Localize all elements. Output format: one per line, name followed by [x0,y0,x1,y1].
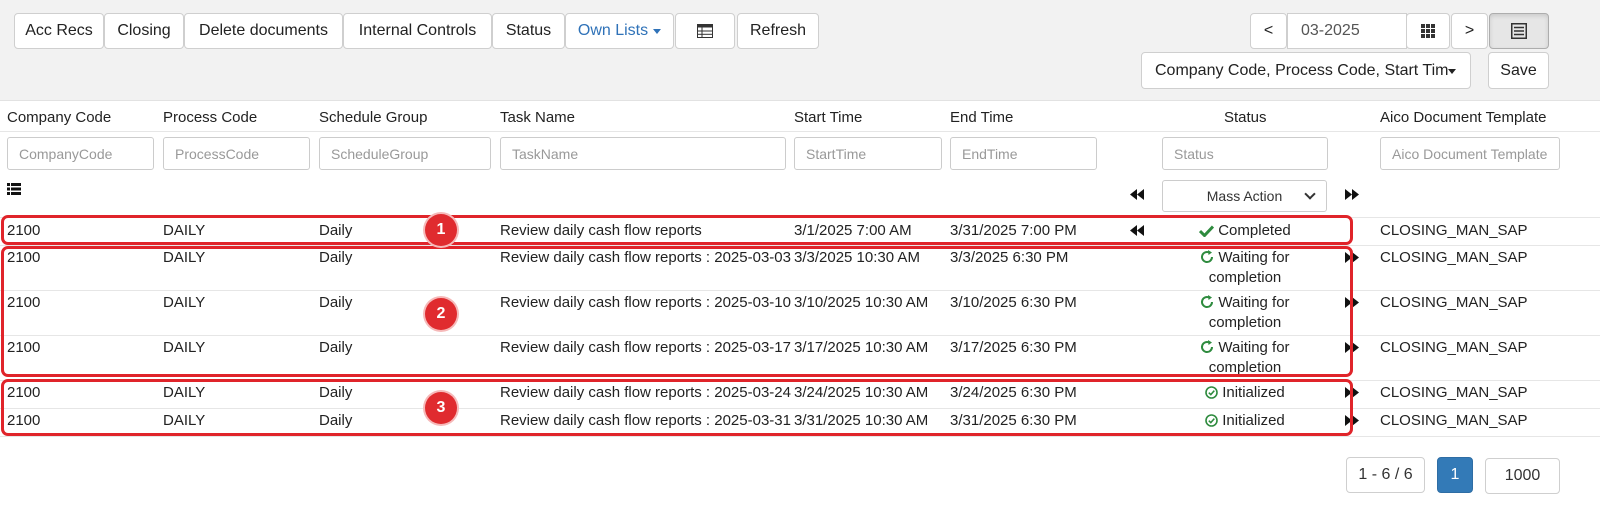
cell-template: CLOSING_MAN_SAP [1380,249,1528,266]
highlight-box-2 [1,246,1353,377]
cell-template: CLOSING_MAN_SAP [1380,384,1528,401]
collapse-all-icon[interactable] [1130,189,1144,200]
table-icon [697,24,713,38]
column-select-value: Company Code, Process Code, Start Tim [1155,61,1449,79]
header-start-time[interactable]: Start Time [794,109,862,126]
header-status[interactable]: Status [1224,109,1267,126]
caret-down-icon [1448,69,1456,74]
mass-action-select[interactable]: Mass Action [1162,180,1327,212]
caret-down-icon [653,28,662,34]
pagination-range: 1 - 6 / 6 [1346,457,1425,493]
highlight-box-1 [1,215,1353,245]
filter-end-time[interactable]: EndTime [950,137,1097,170]
column-select-dropdown[interactable]: Company Code, Process Code, Start Tim [1141,52,1471,89]
header-schedule-group[interactable]: Schedule Group [319,109,427,126]
page-1-button[interactable]: 1 [1437,457,1473,493]
table-view-button[interactable] [675,13,735,49]
cell-template: CLOSING_MAN_SAP [1380,222,1528,239]
filter-schedule-group[interactable]: ScheduleGroup [319,137,491,170]
period-picker-button[interactable] [1406,13,1450,49]
header-divider [0,131,1600,132]
own-lists-label: Own Lists [577,22,649,39]
filter-company-code[interactable]: CompanyCode [7,137,154,170]
row-divider [0,436,1600,437]
cell-template: CLOSING_MAN_SAP [1380,412,1528,429]
next-period-button[interactable]: > [1451,13,1488,49]
prev-period-button[interactable]: < [1250,13,1287,49]
header-template[interactable]: Aico Document Template [1380,109,1546,126]
save-button[interactable]: Save [1488,52,1549,89]
status-button[interactable]: Status [492,13,565,49]
acc-recs-button[interactable]: Acc Recs [14,13,104,49]
toolbar: Acc Recs Closing Delete documents Intern… [0,0,1600,101]
cell-template: CLOSING_MAN_SAP [1380,339,1528,356]
list-view-toggle[interactable] [1489,13,1549,49]
cell-template: CLOSING_MAN_SAP [1380,294,1528,311]
chevron-down-icon [1304,188,1316,200]
expand-all-icon[interactable] [1345,189,1359,200]
grid-icon [1421,24,1435,38]
marker-2: 2 [425,298,457,330]
list-view-icon [1511,23,1527,39]
header-task-name[interactable]: Task Name [500,109,575,126]
marker-1: 1 [425,214,457,246]
period-input[interactable]: 03-2025 [1287,13,1407,49]
list-icon[interactable] [7,183,21,195]
filter-task-name[interactable]: TaskName [500,137,786,170]
refresh-button[interactable]: Refresh [737,13,819,49]
own-lists-dropdown[interactable]: Own Lists [565,13,674,49]
header-end-time[interactable]: End Time [950,109,1013,126]
filter-start-time[interactable]: StartTime [794,137,942,170]
marker-3: 3 [425,392,457,424]
mass-action-label: Mass Action [1206,188,1283,204]
internal-controls-button[interactable]: Internal Controls [343,13,492,49]
filter-template[interactable]: Aico Document Template [1380,137,1560,170]
filter-status[interactable]: Status [1162,137,1328,170]
filter-process-code[interactable]: ProcessCode [163,137,310,170]
page-size-selector[interactable]: 1000 [1485,458,1560,494]
delete-documents-button[interactable]: Delete documents [184,13,343,49]
closing-button[interactable]: Closing [104,13,184,49]
highlight-box-3 [1,379,1353,436]
header-process-code[interactable]: Process Code [163,109,257,126]
header-company-code[interactable]: Company Code [7,109,111,126]
